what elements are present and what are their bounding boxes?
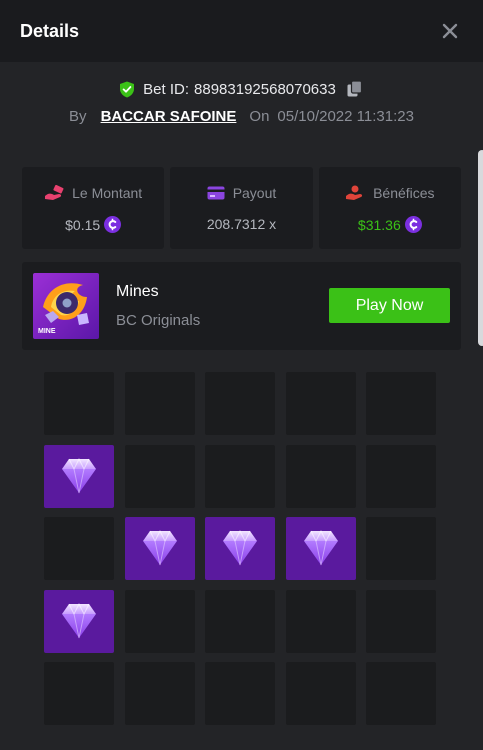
grid-tile — [205, 444, 275, 508]
stat-value: $0.15 — [65, 216, 101, 233]
stat-amount: Le Montant $0.15 — [22, 167, 165, 249]
grid-tile-gem — [285, 517, 356, 580]
copy-icon[interactable] — [346, 80, 364, 98]
stat-payout: Payout 208.7312 x — [170, 167, 313, 249]
grid-tile — [205, 589, 275, 653]
by-label: By — [69, 108, 87, 125]
thumb-label: MINE — [38, 328, 56, 335]
bet-meta-row: By BACCAR SAFOINE On 05/10/2022 11:31:23 — [0, 108, 483, 125]
gem-icon — [142, 529, 177, 566]
game-name: Mines — [116, 283, 159, 300]
stat-value: 208.7312 x — [206, 216, 277, 232]
gem-icon — [223, 529, 257, 566]
profit-hand-icon — [346, 185, 363, 200]
mines-grid — [44, 372, 436, 725]
username-link[interactable]: BACCAR SAFOINE — [101, 108, 237, 125]
shield-check-icon — [120, 81, 135, 97]
mines-game-icon: MINE — [33, 273, 99, 339]
grid-tile — [124, 589, 195, 653]
coin-icon — [404, 216, 422, 233]
stat-label: Le Montant — [72, 185, 143, 201]
stat-value: $31.36 — [357, 216, 401, 233]
bet-datetime: 05/10/2022 11:31:23 — [277, 108, 414, 125]
game-card: MINE Mines BC Originals Play Now — [22, 262, 461, 350]
gem-icon — [62, 602, 96, 638]
grid-tile — [366, 372, 436, 435]
scrollbar[interactable] — [478, 150, 483, 346]
grid-tile — [366, 444, 436, 508]
dialog-title: Details — [20, 21, 80, 41]
grid-tile — [366, 517, 436, 580]
on-label: On — [249, 108, 270, 125]
stat-profit: Bénéfices $31.36 — [318, 167, 461, 249]
grid-tile-gem — [44, 589, 114, 653]
details-header: Details — [0, 0, 483, 62]
game-thumbnail[interactable]: MINE — [33, 273, 99, 339]
grid-tile-gem — [205, 517, 275, 580]
gem-icon — [62, 457, 96, 493]
play-now-button[interactable]: Play Now — [329, 288, 450, 323]
grid-tile — [285, 662, 356, 725]
grid-tile — [285, 589, 356, 653]
stat-label: Bénéfices — [373, 185, 435, 201]
grid-tile — [366, 662, 436, 725]
bet-id-value: 88983192568070633 — [194, 80, 336, 98]
coin-icon — [104, 216, 122, 233]
grid-tile — [366, 589, 436, 653]
bet-stats: Le Montant $0.15 Payout 208.7312 x Bénéf… — [22, 167, 461, 249]
grid-tile — [44, 372, 114, 435]
money-hand-icon — [45, 185, 64, 200]
grid-tile — [124, 444, 195, 508]
bet-id-row: Bet ID: 88983192568070633 — [0, 80, 483, 98]
gem-icon — [303, 529, 338, 566]
grid-tile-gem — [44, 444, 114, 508]
grid-tile — [285, 372, 356, 435]
game-provider: BC Originals — [116, 312, 201, 329]
card-icon — [207, 186, 225, 200]
grid-tile — [124, 372, 195, 435]
grid-tile — [124, 662, 195, 725]
grid-tile — [205, 662, 275, 725]
grid-tile — [205, 372, 275, 435]
grid-tile-gem — [124, 517, 195, 580]
grid-tile — [285, 444, 356, 508]
bet-id-label: Bet ID: — [143, 80, 190, 98]
grid-tile — [44, 662, 114, 725]
grid-tile — [44, 517, 114, 580]
stat-label: Payout — [232, 185, 277, 201]
close-icon[interactable] — [440, 21, 460, 41]
